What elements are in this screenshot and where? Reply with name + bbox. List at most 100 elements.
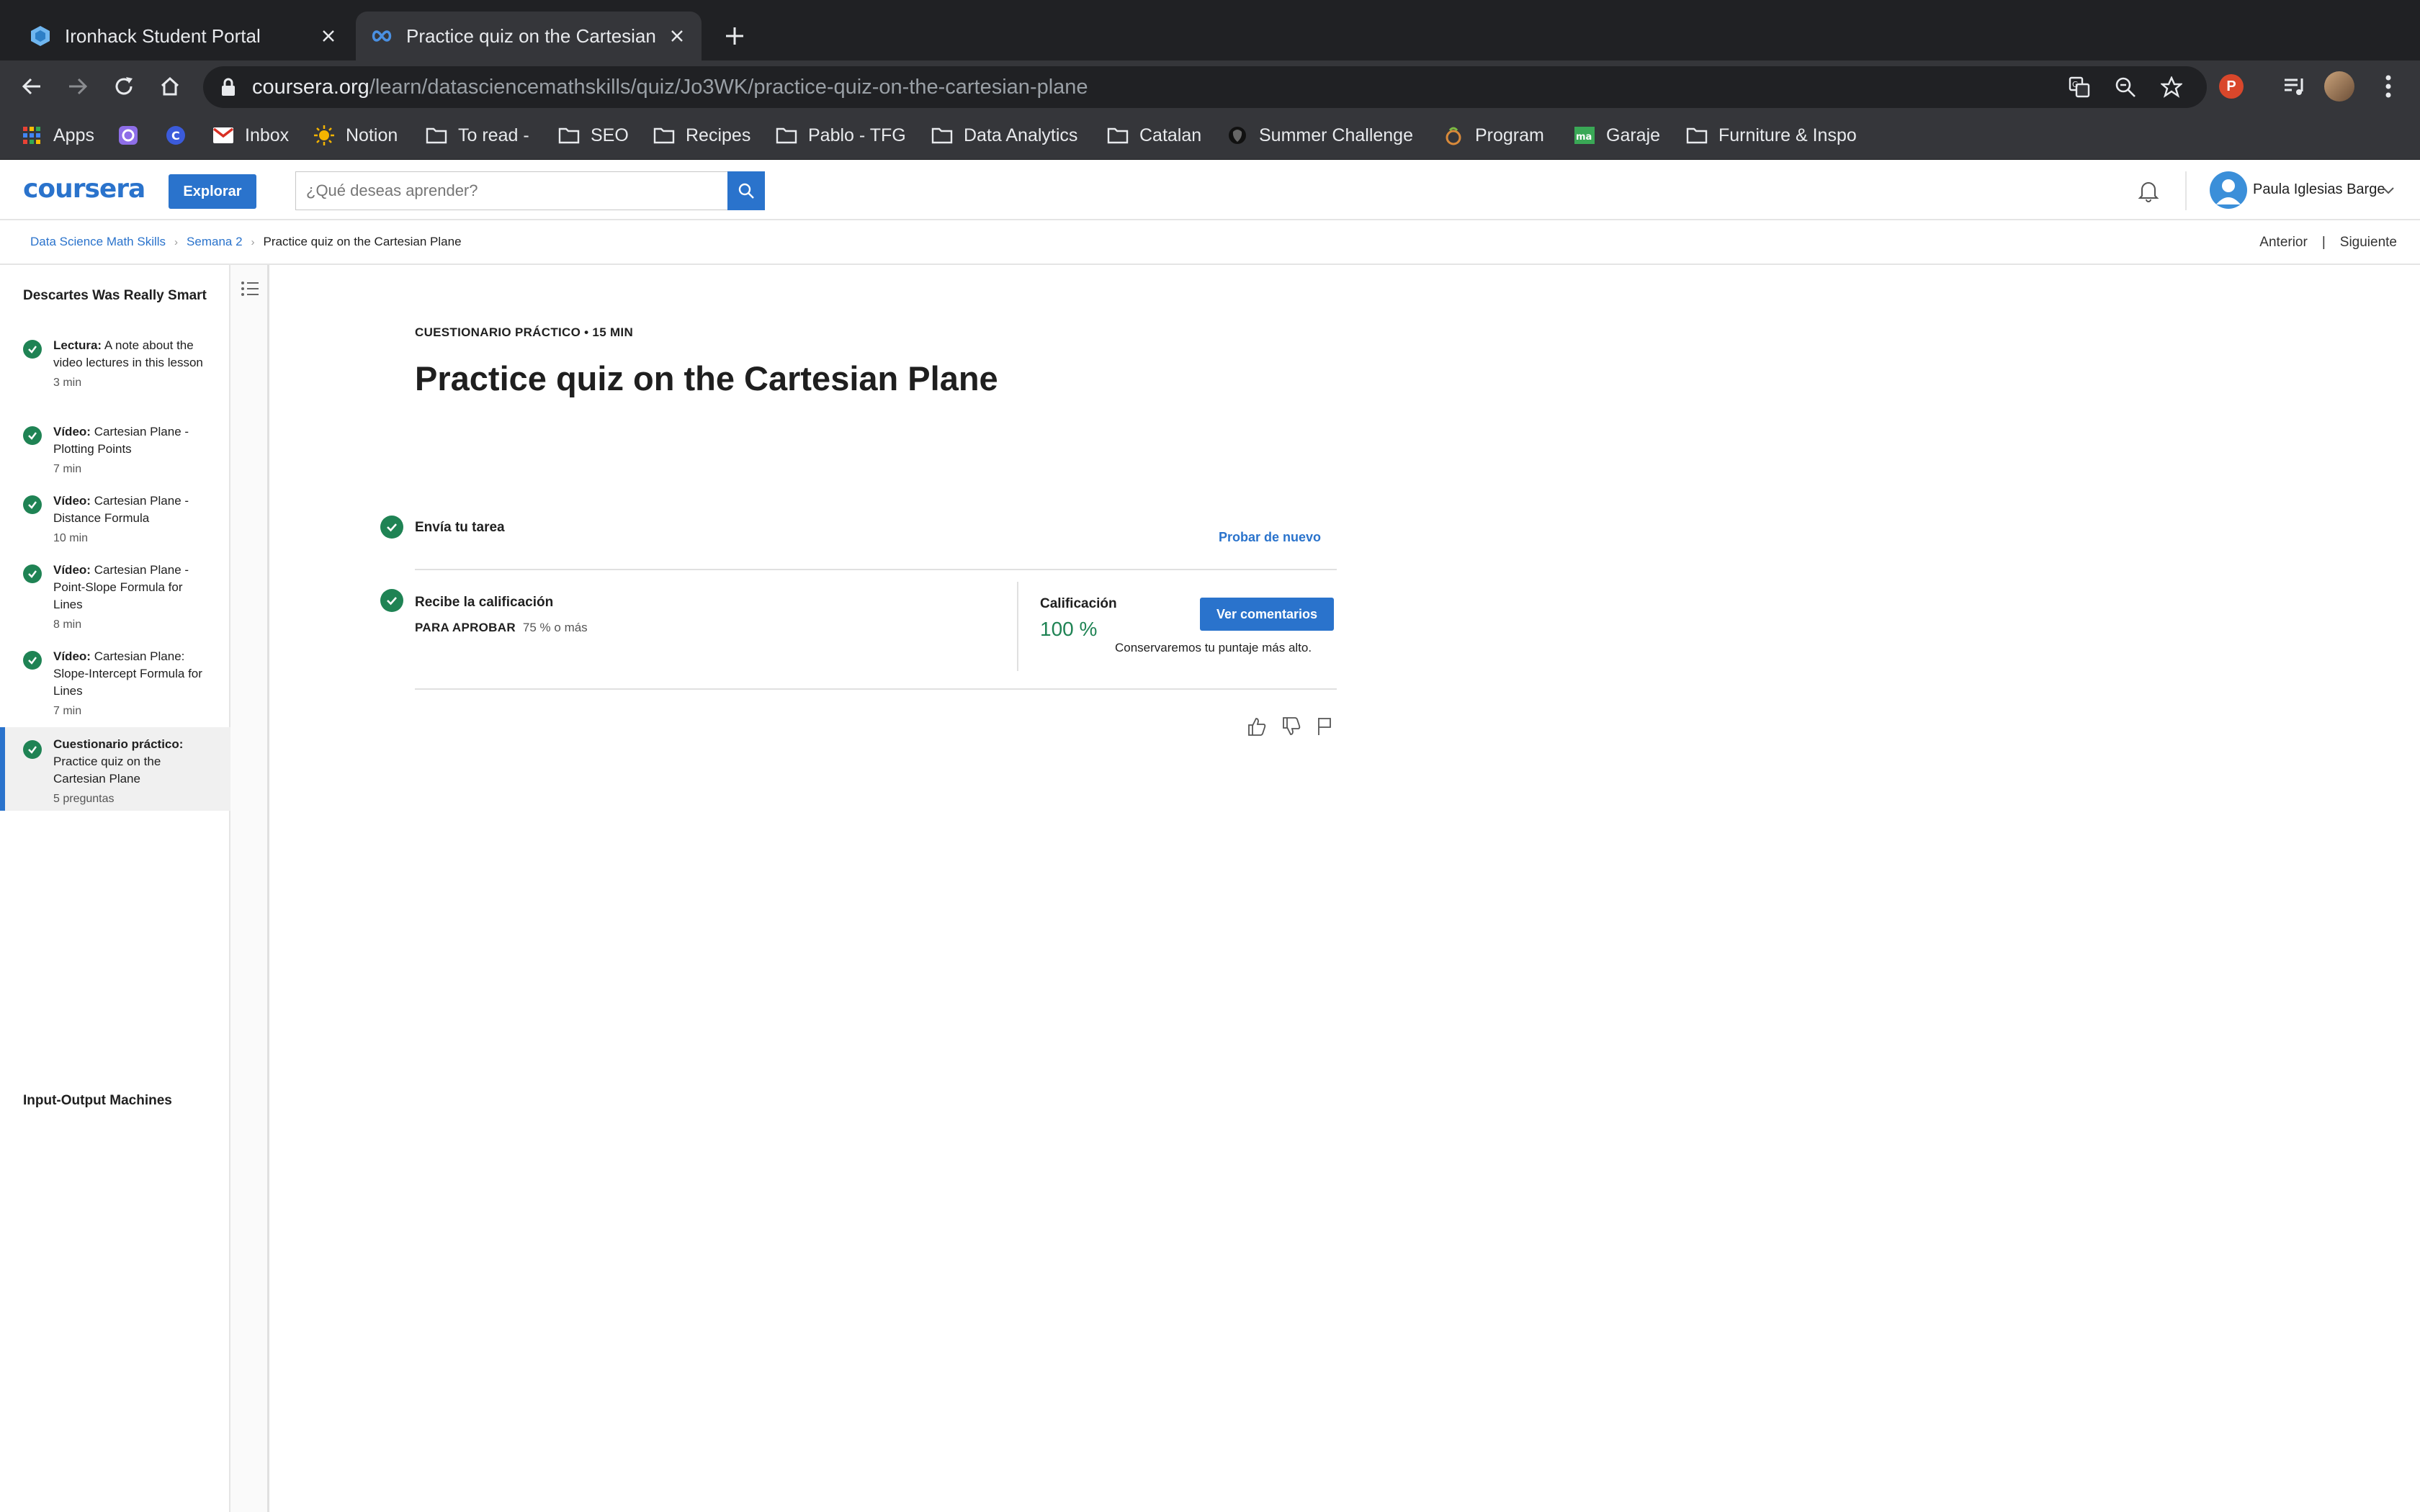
chevron-right-icon: › (174, 235, 179, 248)
lesson-item[interactable]: Vídeo: Cartesian Plane - Plotting Points… (0, 423, 230, 481)
bookmark-label: Program (1475, 125, 1544, 145)
lesson-item-text: Vídeo: Cartesian Plane - Distance Formul… (53, 492, 212, 547)
tab-title: Ironhack Student Portal (65, 24, 261, 47)
arrow-right-icon (69, 78, 88, 95)
more-menu-icon[interactable] (2372, 71, 2404, 102)
highest-score-note: Conservaremos tu puntaje más alto. (1115, 641, 1312, 654)
item-duration: 3 min (53, 377, 82, 389)
bookmark-seo[interactable]: SEO (557, 120, 629, 151)
close-icon[interactable] (314, 22, 343, 50)
gmail-icon (212, 124, 235, 147)
explore-button[interactable]: Explorar (169, 174, 256, 209)
folder-icon (425, 124, 448, 147)
bookmark-data-analytics[interactable]: Data Analytics (931, 120, 1077, 151)
item-type: Cuestionario práctico: (53, 737, 184, 751)
chevron-down-icon[interactable] (2381, 183, 2396, 197)
breadcrumb-week[interactable]: Semana 2 (187, 235, 243, 249)
check-circle-icon (23, 495, 42, 514)
new-tab-button[interactable] (717, 19, 752, 53)
pass-value: 75 % o más (522, 621, 588, 634)
ma-icon: ma (1573, 124, 1596, 147)
item-type: Lectura: (53, 338, 102, 352)
profile-avatar[interactable] (2323, 71, 2355, 102)
view-feedback-button[interactable]: Ver comentarios (1200, 598, 1334, 631)
browser-tab-strip: Ironhack Student Portal Practice quiz on… (0, 0, 2420, 60)
site-icon (1442, 124, 1465, 147)
divider (415, 569, 1337, 570)
chevron-right-icon: › (251, 235, 255, 248)
bookmark-garaje[interactable]: ma Garaje (1573, 120, 1660, 151)
url-domain: coursera.org (252, 75, 369, 99)
translate-icon[interactable]: G (2063, 71, 2096, 104)
tab-ironhack[interactable]: Ironhack Student Portal (14, 12, 353, 60)
bookmark-to-read[interactable]: To read - (425, 120, 529, 151)
item-type: Vídeo: (53, 563, 91, 577)
bookmark-program[interactable]: Program (1442, 120, 1544, 151)
breadcrumb-course[interactable]: Data Science Math Skills (30, 235, 166, 249)
forward-button[interactable] (60, 69, 95, 104)
breadcrumb: Data Science Math Skills › Semana 2 › Pr… (30, 235, 462, 249)
lesson-title[interactable]: Descartes Was Really Smart (23, 287, 210, 305)
tab-coursera-quiz[interactable]: Practice quiz on the Cartesian Plane (356, 12, 702, 60)
browser-toolbar: coursera.org/learn/datasciencemathskills… (0, 60, 2420, 112)
folder-icon (1106, 124, 1129, 147)
item-title: Practice quiz on the Cartesian Plane (53, 755, 161, 786)
next-lesson-title[interactable]: Input-Output Machines (23, 1093, 172, 1109)
extension-icon: C (164, 124, 187, 147)
bookmark-summer-challenge[interactable]: Summer Challenge (1226, 120, 1413, 151)
lesson-item[interactable]: Vídeo: Cartesian Plane - Distance Formul… (0, 492, 230, 550)
bookmark-extension-1[interactable] (117, 120, 150, 151)
thumbs-up-icon[interactable] (1245, 714, 1269, 739)
reload-button[interactable] (107, 69, 141, 104)
vertical-divider (1017, 582, 1018, 671)
outline-toggle-button[interactable] (235, 274, 265, 304)
item-duration: 7 min (53, 463, 82, 475)
previous-link[interactable]: Anterior (2259, 235, 2308, 251)
bookmark-notion[interactable]: Notion (313, 120, 398, 151)
bookmark-apps[interactable]: Apps (20, 120, 94, 151)
extension-p-icon[interactable]: P (2215, 71, 2247, 102)
close-icon[interactable] (663, 22, 691, 50)
user-name[interactable]: Paula Iglesias Barge (2253, 181, 2385, 198)
pass-key: PARA APROBAR (415, 621, 516, 634)
search-input[interactable]: ¿Qué deseas aprender? (295, 171, 727, 210)
svg-text:G: G (2072, 80, 2079, 89)
star-icon[interactable] (2155, 71, 2188, 104)
check-circle-icon (23, 740, 42, 759)
lesson-item[interactable]: Vídeo: Cartesian Plane - Point-Slope For… (0, 562, 230, 636)
search-button[interactable] (727, 171, 765, 210)
thumbs-down-icon[interactable] (1279, 714, 1304, 739)
media-controls-icon[interactable] (2279, 71, 2311, 102)
avatar[interactable] (2210, 171, 2247, 209)
bookmark-extension-2[interactable]: C (164, 120, 197, 151)
bookmark-pablo-tfg[interactable]: Pablo - TFG (775, 120, 906, 151)
plus-icon (726, 27, 743, 45)
bookmark-recipes[interactable]: Recipes (653, 120, 750, 151)
ironhack-hex-icon (29, 24, 52, 48)
lesson-item-active[interactable]: Cuestionario práctico: Practice quiz on … (0, 727, 230, 811)
back-button[interactable] (14, 69, 49, 104)
coursera-logo[interactable]: coursera (23, 174, 145, 204)
bookmark-label: Pablo - TFG (808, 125, 906, 145)
bookmark-inbox[interactable]: Inbox (212, 120, 289, 151)
zoom-icon[interactable] (2109, 71, 2142, 104)
next-link[interactable]: Siguiente (2340, 235, 2397, 251)
flag-icon[interactable] (1312, 714, 1337, 739)
bookmark-catalan[interactable]: Catalan (1106, 120, 1201, 151)
item-kicker: CUESTIONARIO PRÁCTICO • 15 MIN (415, 325, 634, 339)
bell-icon[interactable] (2133, 176, 2164, 206)
try-again-link[interactable]: Probar de nuevo (1219, 530, 1321, 545)
item-duration: 8 min (53, 618, 82, 631)
list-icon (241, 282, 259, 296)
folder-icon (1685, 124, 1708, 147)
bookmark-furniture-inspo[interactable]: Furniture & Inspo (1685, 120, 1857, 151)
home-button[interactable] (153, 69, 187, 104)
address-bar[interactable]: coursera.org/learn/datasciencemathskills… (203, 66, 2207, 108)
folder-icon (931, 124, 954, 147)
item-type: Vídeo: (53, 494, 91, 508)
lesson-item[interactable]: Vídeo: Cartesian Plane: Slope-Intercept … (0, 648, 230, 723)
item-duration: 5 preguntas (53, 793, 115, 805)
lesson-sidebar: Descartes Was Really Smart Lectura: A no… (0, 265, 230, 1512)
lesson-item[interactable]: Lectura: A note about the video lectures… (0, 337, 230, 409)
breadcrumb-current: Practice quiz on the Cartesian Plane (263, 235, 462, 248)
